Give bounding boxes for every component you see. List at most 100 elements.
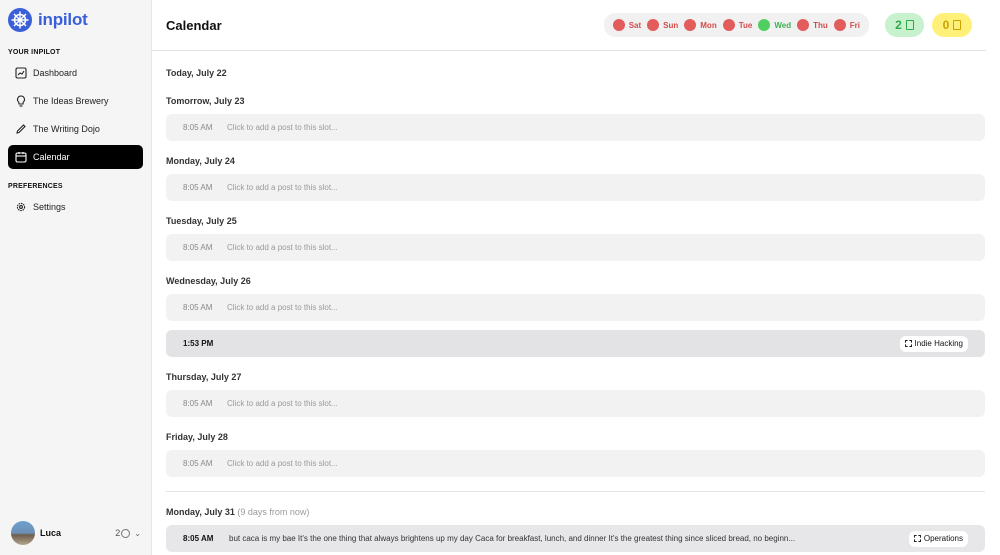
- main: Calendar Sat Sun Mon Tue Wed Thu Fri 2 0…: [152, 0, 1000, 555]
- status-dot: [758, 19, 771, 31]
- day-heading-monday: Monday, July 24: [166, 156, 235, 166]
- post-slot[interactable]: 8:05 AM but caca is my bae It's the one …: [166, 525, 985, 552]
- published-count: 2: [895, 18, 902, 32]
- day-heading-thursday: Thursday, July 27: [166, 372, 242, 382]
- category-tag[interactable]: Indie Hacking: [899, 335, 968, 352]
- day-wed[interactable]: Wed: [758, 19, 791, 31]
- day-tue[interactable]: Tue: [722, 19, 753, 31]
- slot-placeholder: Click to add a post to this slot...: [227, 123, 338, 132]
- sidebar-item-settings[interactable]: Settings: [8, 195, 143, 219]
- weekday-status: Sat Sun Mon Tue Wed Thu Fri: [603, 13, 869, 37]
- day-label: Tue: [738, 20, 753, 30]
- user-menu[interactable]: Luca 2 ⌄: [11, 521, 141, 545]
- brand-name: inpilot: [38, 10, 88, 29]
- day-label: Wed: [774, 20, 792, 30]
- day-heading-tomorrow: Tomorrow, July 23: [166, 96, 245, 106]
- day-mon[interactable]: Mon: [684, 19, 717, 31]
- document-icon: [953, 20, 962, 30]
- day-label: Thu: [813, 20, 828, 30]
- sidebar-item-label: Dashboard: [33, 68, 78, 78]
- sidebar-item-label: Calendar: [33, 152, 70, 162]
- slot-time: 8:05 AM: [183, 534, 214, 543]
- slot-time: 8:05 AM: [183, 459, 213, 468]
- day-thu[interactable]: Thu: [797, 19, 828, 31]
- document-icon: [905, 20, 914, 30]
- day-sun[interactable]: Sun: [647, 19, 678, 31]
- day-label: Fri: [849, 20, 860, 30]
- slot-time: 8:05 AM: [183, 399, 213, 408]
- gear-icon: [15, 201, 27, 213]
- slot-placeholder: Click to add a post to this slot...: [227, 183, 338, 192]
- status-dot: [647, 19, 660, 31]
- expand-icon: [904, 340, 912, 347]
- credits-count: 2: [115, 528, 134, 538]
- sidebar-item-dashboard[interactable]: Dashboard: [8, 61, 143, 85]
- day-heading-tuesday: Tuesday, July 25: [166, 216, 237, 226]
- scheduled-slot[interactable]: 1:53 PM Indie Hacking: [166, 330, 985, 357]
- empty-slot[interactable]: 8:05 AM Click to add a post to this slot…: [166, 390, 985, 417]
- header: Calendar Sat Sun Mon Tue Wed Thu Fri 2 0: [152, 0, 986, 51]
- day-fri[interactable]: Fri: [833, 19, 860, 31]
- chevron-down-icon[interactable]: ⌄: [134, 529, 141, 538]
- day-sat[interactable]: Sat: [612, 19, 642, 31]
- empty-slot[interactable]: 8:05 AM Click to add a post to this slot…: [166, 294, 985, 321]
- status-dot: [684, 19, 697, 31]
- credits-value: 2: [115, 528, 121, 538]
- chart-icon: [15, 67, 27, 79]
- sidebar-item-ideas-brewery[interactable]: The Ideas Brewery: [8, 89, 143, 113]
- day-heading-next-monday: Monday, July 31 (9 days from now): [166, 507, 985, 517]
- slot-placeholder: Click to add a post to this slot...: [227, 243, 338, 252]
- slot-placeholder: Click to add a post to this slot...: [227, 399, 338, 408]
- category-tag[interactable]: Operations: [908, 530, 968, 547]
- avatar: [11, 521, 35, 545]
- week-divider: [166, 491, 985, 492]
- sidebar-item-label: The Ideas Brewery: [33, 96, 109, 106]
- sidebar-item-calendar[interactable]: Calendar: [8, 145, 143, 169]
- page-title: Calendar: [166, 17, 222, 33]
- empty-slot[interactable]: 8:05 AM Click to add a post to this slot…: [166, 234, 985, 261]
- status-dot: [722, 19, 735, 31]
- pencil-icon: [15, 123, 27, 135]
- tag-label: Operations: [923, 534, 963, 543]
- lightbulb-icon: [15, 95, 27, 107]
- empty-slot[interactable]: 8:05 AM Click to add a post to this slot…: [166, 450, 985, 477]
- calendar-icon: [15, 151, 27, 163]
- day-label: Sat: [628, 20, 642, 30]
- day-heading-text: Monday, July 31: [166, 507, 235, 517]
- draft-counter[interactable]: 0: [932, 13, 972, 37]
- helm-logo-icon: [8, 8, 32, 32]
- day-label: Mon: [700, 20, 717, 30]
- day-label: Sun: [663, 20, 679, 30]
- slot-placeholder: Click to add a post to this slot...: [227, 303, 338, 312]
- slot-time: 8:05 AM: [183, 303, 213, 312]
- day-heading-today: Today, July 22: [166, 68, 227, 78]
- user-name: Luca: [40, 528, 62, 538]
- days-from-now-note: (9 days from now): [237, 507, 310, 517]
- slot-time: 8:05 AM: [183, 183, 213, 192]
- sidebar-item-label: The Writing Dojo: [33, 124, 100, 134]
- draft-count: 0: [942, 18, 950, 32]
- sidebar: inpilot YOUR INPILOT Dashboard The Ideas…: [0, 0, 152, 555]
- sidebar-item-label: Settings: [33, 202, 66, 212]
- tag-label: Indie Hacking: [914, 339, 963, 348]
- slot-time: 8:05 AM: [183, 123, 213, 132]
- section-preferences: PREFERENCES: [8, 183, 63, 190]
- coin-icon: [121, 528, 131, 538]
- status-dot: [612, 19, 625, 31]
- calendar-list: Today, July 22 Tomorrow, July 23 8:05 AM…: [152, 68, 1000, 552]
- slot-time: 1:53 PM: [183, 339, 214, 348]
- day-heading-friday: Friday, July 28: [166, 432, 228, 442]
- brand[interactable]: inpilot: [0, 0, 151, 40]
- status-dot: [833, 19, 846, 31]
- post-preview: but caca is my bae It's the one thing th…: [229, 534, 796, 543]
- empty-slot[interactable]: 8:05 AM Click to add a post to this slot…: [166, 114, 985, 141]
- section-your-inpilot: YOUR INPILOT: [8, 49, 61, 56]
- sidebar-item-writing-dojo[interactable]: The Writing Dojo: [8, 117, 143, 141]
- slot-placeholder: Click to add a post to this slot...: [227, 459, 338, 468]
- expand-icon: [913, 535, 921, 542]
- slot-time: 8:05 AM: [183, 243, 213, 252]
- status-dot: [797, 19, 810, 31]
- empty-slot[interactable]: 8:05 AM Click to add a post to this slot…: [166, 174, 985, 201]
- day-heading-wednesday: Wednesday, July 26: [166, 276, 251, 286]
- published-counter[interactable]: 2: [885, 13, 924, 37]
